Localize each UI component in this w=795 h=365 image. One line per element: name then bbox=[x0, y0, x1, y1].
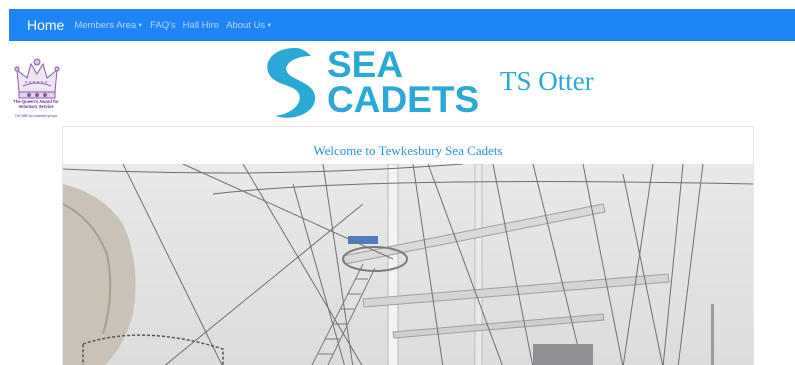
nav-item-label: Hall Hire bbox=[182, 19, 220, 31]
page-title: Welcome to Tewkesbury Sea Cadets bbox=[313, 143, 503, 158]
award-title: The Queen's Award for Voluntary Service bbox=[13, 99, 59, 109]
logo-word-sea: SEA bbox=[327, 44, 404, 85]
unit-name: TS Otter bbox=[500, 66, 594, 96]
nav-members-area-dropdown[interactable]: Members Area▼ bbox=[74, 20, 143, 31]
nav-home-link[interactable]: Home bbox=[27, 17, 64, 33]
nav-about-us-dropdown[interactable]: About Us▼ bbox=[226, 20, 272, 31]
nav-item-label: FAQ's bbox=[150, 19, 176, 31]
logo-word-cadets: CADETS bbox=[327, 79, 480, 120]
page-footer bbox=[62, 358, 754, 365]
crown-icon bbox=[14, 58, 60, 99]
welcome-card: Welcome to Tewkesbury Sea Cadets bbox=[62, 126, 754, 365]
sea-cadets-wave-icon bbox=[267, 48, 316, 118]
caret-down-icon: ▼ bbox=[137, 22, 144, 29]
nav-faqs-link[interactable]: FAQ's bbox=[150, 20, 176, 31]
caret-down-icon: ▼ bbox=[266, 22, 273, 29]
navbar: Home Members Area▼ FAQ's Hall Hire About… bbox=[9, 9, 795, 41]
nav-item-label: About Us bbox=[226, 19, 266, 31]
tall-ship-rigging-photo bbox=[63, 164, 753, 365]
nav-item-label: Members Area bbox=[74, 19, 137, 31]
award-tagline: The MBE for volunteer groups bbox=[14, 114, 58, 118]
nav-hall-hire-link[interactable]: Hall Hire bbox=[183, 20, 219, 31]
queens-award-badge: The Queen's Award for Voluntary Service … bbox=[6, 58, 66, 120]
